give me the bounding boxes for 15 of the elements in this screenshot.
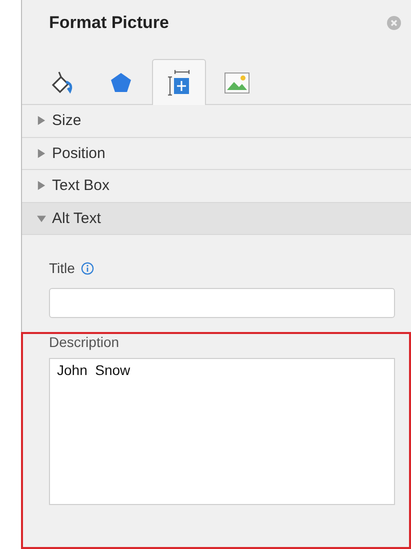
expand-triangle-icon	[37, 148, 46, 158]
tab[interactable]	[152, 59, 206, 105]
panel-title: Format Picture	[49, 12, 169, 32]
pentagon-icon	[110, 72, 132, 94]
collapse-triangle-icon	[37, 214, 46, 223]
expand-triangle-icon	[37, 181, 46, 190]
expand-triangle-icon	[37, 116, 46, 126]
field-label: Description	[49, 334, 120, 350]
info-icon[interactable]	[80, 262, 94, 274]
layout-icon	[166, 70, 192, 96]
picture-icon	[224, 72, 250, 94]
title-field[interactable]	[49, 288, 395, 318]
section-header[interactable]: Alt Text	[22, 202, 411, 235]
field-label: Title	[49, 260, 75, 276]
description-field[interactable]: John Snow	[49, 358, 395, 505]
